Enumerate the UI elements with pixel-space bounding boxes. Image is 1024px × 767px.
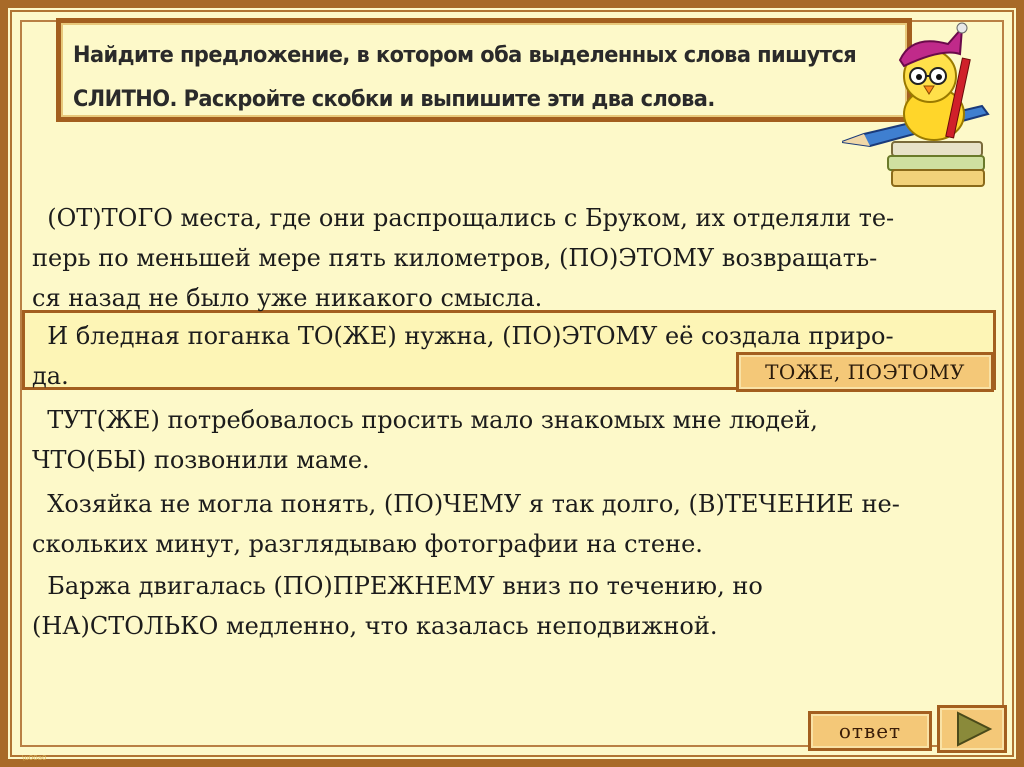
sentence-line: ся назад не было уже никакого смысла.: [32, 284, 543, 312]
sentence-line: И бледная поганка ТО(ЖЕ) нужна, (ПО)ЭТОМ…: [32, 322, 894, 350]
task-text: Найдите предложение, в котором оба выдел…: [73, 33, 857, 121]
sentence-line: перь по меньшей мере пять километров, (П…: [32, 244, 878, 272]
answer-popup: ТОЖЕ, ПОЭТОМУ: [736, 352, 994, 392]
sentence-line: скольких минут, разглядываю фотографии н…: [32, 530, 703, 558]
task-line-2: СЛИТНО. Раскройте скобки и выпишите эти …: [73, 86, 715, 112]
sentence-line: (ОТ)ТОГО места, где они распрощались с Б…: [32, 204, 895, 232]
sentence-4: Хозяйка не могла понять, (ПО)ЧЕМУ я так …: [32, 484, 900, 564]
next-button[interactable]: [937, 705, 1007, 753]
sentence-line: ЧТО(БЫ) позвонили маме.: [32, 446, 370, 474]
sentence-line: Баржа двигалась (ПО)ПРЕЖНЕМУ вниз по теч…: [32, 572, 763, 600]
corner-mark: \u00a0: [22, 754, 47, 762]
sentence-line: ТУТ(ЖЕ) потребовалось просить мало знако…: [32, 406, 818, 434]
chick-mascot-icon: [842, 22, 990, 187]
answer-button[interactable]: ответ: [808, 711, 932, 751]
sentence-line: (НА)СТОЛЬКО медленно, что казалась непод…: [32, 612, 718, 640]
task-line-1: Найдите предложение, в котором оба выдел…: [73, 42, 857, 68]
sentence-5: Баржа двигалась (ПО)ПРЕЖНЕМУ вниз по теч…: [32, 566, 763, 646]
play-triangle-icon: [957, 711, 993, 747]
sentence-3: ТУТ(ЖЕ) потребовалось просить мало знако…: [32, 400, 818, 480]
task-box: Найдите предложение, в котором оба выдел…: [56, 18, 912, 122]
sentence-line: Хозяйка не могла понять, (ПО)ЧЕМУ я так …: [32, 490, 900, 518]
sentence-1: (ОТ)ТОГО места, где они распрощались с Б…: [32, 198, 894, 318]
